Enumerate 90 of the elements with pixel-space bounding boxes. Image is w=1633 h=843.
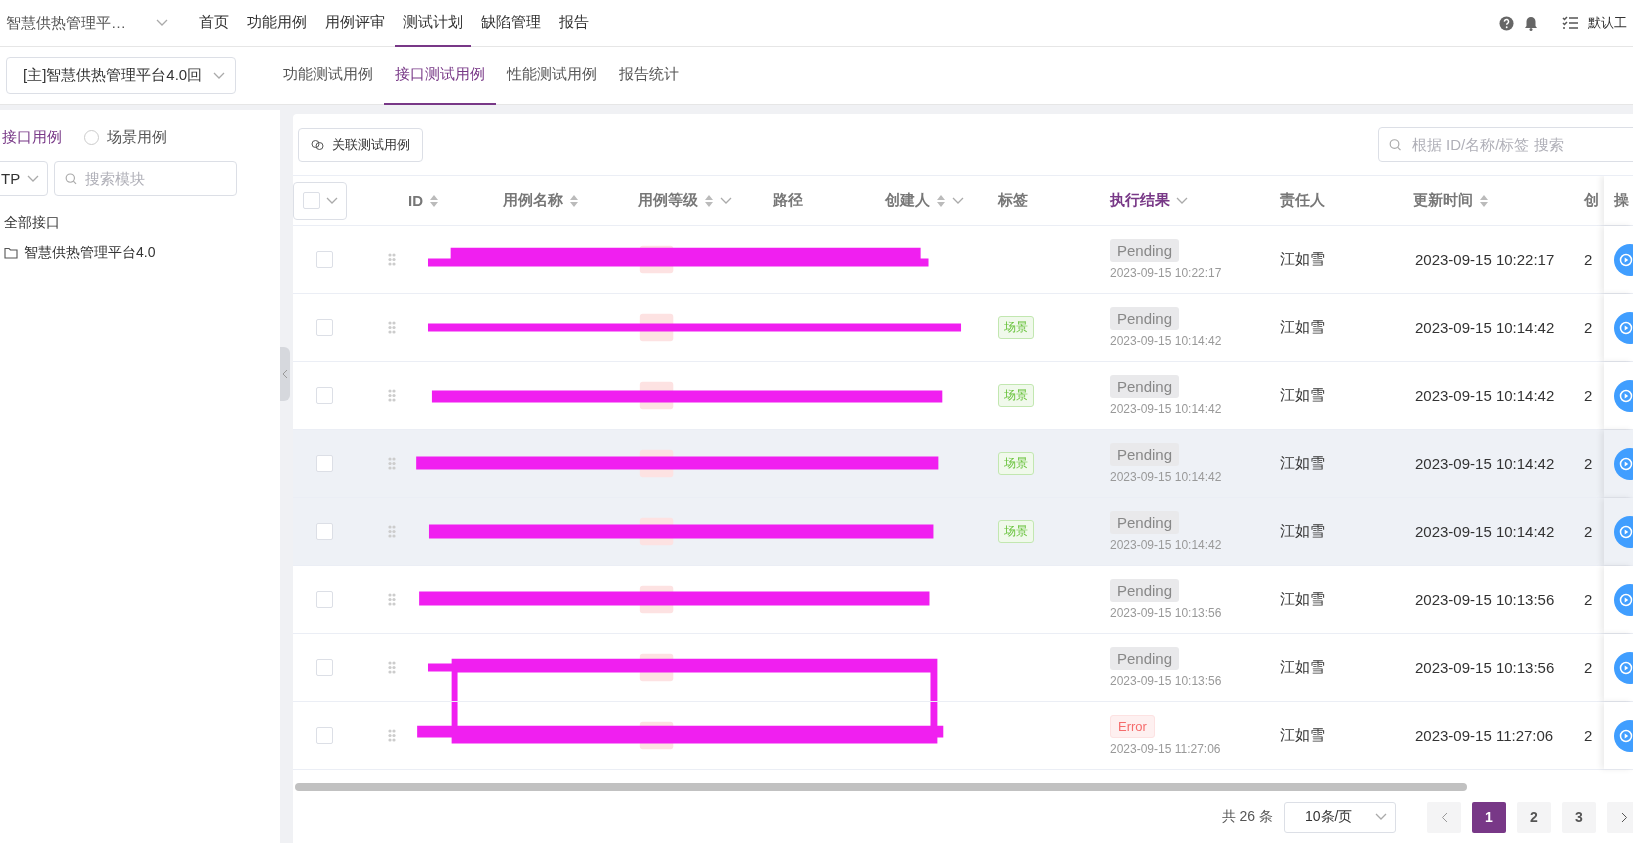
created-time: 2 (1584, 591, 1593, 608)
run-time: 2023-09-15 10:13:56 (1110, 606, 1222, 620)
nav-item[interactable]: 用例评审 (317, 0, 393, 47)
run-time: 2023-09-15 11:27:06 (1110, 742, 1221, 756)
column-header[interactable]: 用例等级 (638, 191, 698, 210)
update-time: 2023-09-15 11:27:06 (1415, 727, 1554, 744)
column-header[interactable]: 标签 (998, 191, 1028, 210)
run-time: 2023-09-15 10:14:42 (1110, 334, 1222, 348)
page-button[interactable]: 3 (1562, 801, 1596, 833)
created-time: 2 (1584, 455, 1593, 472)
tag-badge: 场景 (998, 316, 1034, 339)
status-badge: Pending (1110, 511, 1180, 534)
nav-item[interactable]: 功能用例 (239, 0, 315, 47)
page-size-select[interactable]: 10条/页 (1284, 801, 1396, 833)
sub-tab[interactable]: 功能测试用例 (272, 46, 384, 105)
tree-item[interactable]: 全部接口 (4, 214, 280, 232)
sub-tab[interactable]: 性能测试用例 (496, 46, 608, 105)
created-time: 2 (1584, 523, 1593, 540)
table-row[interactable]: Pending 2023-09-15 10:13:56 江如雪 2023-09-15 10:13:56 2 (293, 634, 1633, 702)
run-time: 2023-09-15 10:22:17 (1110, 266, 1222, 280)
column-header[interactable]: ID (408, 192, 423, 209)
link-cases-button[interactable]: 关联测试用例 (298, 127, 423, 162)
nav-item[interactable]: 首页 (191, 0, 237, 47)
created-time: 2 (1584, 387, 1593, 404)
case-search-field[interactable]: 根据 ID/名称/标签 搜索 (1378, 127, 1633, 162)
page-button[interactable]: 1 (1472, 801, 1506, 833)
owner-name: 江如雪 (1280, 658, 1325, 677)
update-time: 2023-09-15 10:14:42 (1415, 387, 1555, 404)
version-select[interactable]: [主]智慧供热管理平台4.0回 (6, 57, 236, 94)
owner-name: 江如雪 (1280, 590, 1325, 609)
table-row[interactable]: 场景 Pending 2023-09-15 10:14:42 江如雪 2023-09-15 10:14:42 2 (293, 362, 1633, 430)
run-time: 2023-09-15 10:14:42 (1110, 538, 1222, 552)
status-badge: Pending (1110, 443, 1180, 466)
module-search-field[interactable]: 搜索模块 (54, 161, 237, 196)
update-time: 2023-09-15 10:22:17 (1415, 251, 1555, 268)
column-header[interactable]: 执行结果 (1110, 191, 1170, 210)
table-row[interactable]: 场景 Pending 2023-09-15 10:14:42 江如雪 2023-09-15 10:14:42 2 (293, 498, 1633, 566)
column-header[interactable]: 创 (1584, 191, 1599, 210)
total-count: 共 26 条 (1221, 808, 1273, 826)
column-header[interactable]: 创建人 (885, 191, 930, 210)
case-type-radio[interactable]: 接口用例 (2, 128, 62, 147)
run-time: 2023-09-15 10:13:56 (1110, 674, 1222, 688)
tag-badge: 场景 (998, 384, 1034, 407)
sub-tab[interactable]: 报告统计 (608, 46, 690, 105)
table-row[interactable]: Pending 2023-09-15 10:13:56 江如雪 2023-09-15 10:13:56 2 (293, 566, 1633, 634)
column-header[interactable]: 责任人 (1280, 191, 1325, 210)
module-search-input[interactable]: 搜索模块 (83, 169, 226, 188)
column-header: 操 (1614, 191, 1629, 210)
update-time: 2023-09-15 10:13:56 (1415, 591, 1555, 608)
tree-item[interactable]: 智慧供热管理平台4.0 (24, 244, 156, 262)
owner-name: 江如雪 (1280, 454, 1325, 473)
table-row[interactable]: Pending 2023-09-15 10:22:17 江如雪 2023-09-15 10:22:17 2 (293, 226, 1633, 294)
column-header[interactable]: 路径 (773, 191, 803, 210)
tag-badge: 场景 (998, 520, 1034, 543)
created-time: 2 (1584, 319, 1593, 336)
tag-badge: 场景 (998, 452, 1034, 475)
created-time: 2 (1584, 727, 1593, 744)
run-time: 2023-09-15 10:14:42 (1110, 402, 1222, 416)
status-badge: Pending (1110, 307, 1180, 330)
nav-item[interactable]: 报告 (551, 0, 597, 47)
created-time: 2 (1584, 659, 1593, 676)
protocol-select[interactable]: TP (0, 161, 48, 196)
workspace-name[interactable]: 默认工 (1588, 14, 1627, 32)
created-time: 2 (1584, 251, 1593, 268)
update-time: 2023-09-15 10:13:56 (1415, 659, 1555, 676)
column-header[interactable]: 用例名称 (503, 191, 563, 210)
owner-name: 江如雪 (1280, 250, 1325, 269)
column-header[interactable]: 更新时间 (1413, 191, 1473, 210)
update-time: 2023-09-15 10:14:42 (1415, 319, 1555, 336)
page-button[interactable]: 2 (1517, 801, 1551, 833)
status-badge: Pending (1110, 579, 1180, 602)
table-row[interactable]: Error 2023-09-15 11:27:06 江如雪 2023-09-15 11:27:06 2 (293, 702, 1633, 770)
status-badge: Pending (1110, 375, 1180, 398)
table-row[interactable]: 场景 Pending 2023-09-15 10:14:42 江如雪 2023-09-15 10:14:42 2 (293, 430, 1633, 498)
update-time: 2023-09-15 10:14:42 (1415, 455, 1555, 472)
status-badge: Pending (1110, 239, 1180, 262)
nav-item[interactable]: 测试计划 (395, 0, 471, 47)
run-time: 2023-09-15 10:14:42 (1110, 470, 1222, 484)
project-name[interactable]: 智慧供热管理平… (6, 13, 156, 33)
status-badge: Pending (1110, 647, 1180, 670)
case-type-radio[interactable]: 场景用例 (84, 128, 167, 147)
update-time: 2023-09-15 10:14:42 (1415, 523, 1555, 540)
case-search-input[interactable]: 根据 ID/名称/标签 搜索 (1409, 135, 1633, 154)
owner-name: 江如雪 (1280, 318, 1325, 337)
nav-item[interactable]: 缺陷管理 (473, 0, 549, 47)
owner-name: 江如雪 (1280, 726, 1325, 745)
owner-name: 江如雪 (1280, 386, 1325, 405)
status-badge: Error (1110, 715, 1155, 738)
owner-name: 江如雪 (1280, 522, 1325, 541)
table-row[interactable]: 场景 Pending 2023-09-15 10:14:42 江如雪 2023-09-15 10:14:42 2 (293, 294, 1633, 362)
